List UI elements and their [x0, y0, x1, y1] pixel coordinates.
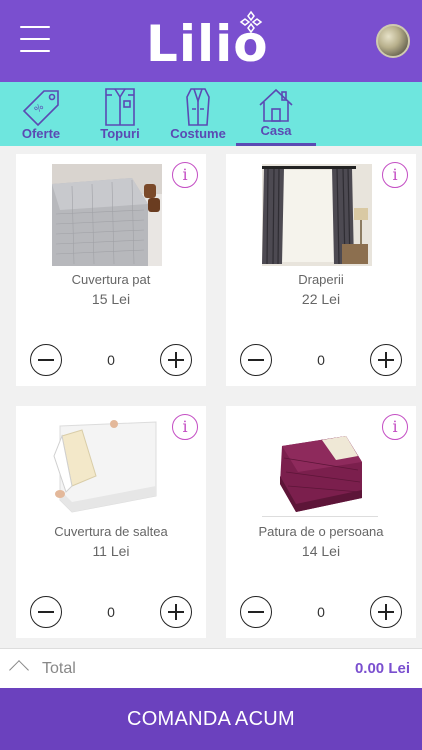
shirt-icon — [105, 88, 135, 126]
divider — [262, 516, 378, 517]
curtains-image — [262, 164, 372, 266]
quantity-stepper: 0 — [226, 344, 416, 378]
hamburger-menu-icon[interactable] — [20, 26, 52, 52]
product-price: 14 Lei — [301, 543, 341, 559]
total-label: Total — [42, 660, 76, 677]
product-card[interactable]: i Cuvertura pat 15 Lei 0 — [16, 154, 206, 386]
category-tabs: % Oferte Topuri Costume Casa — [0, 82, 422, 146]
quantity-stepper: 0 — [226, 596, 416, 630]
tab-label: Oferte — [21, 126, 61, 141]
info-icon[interactable]: i — [382, 414, 408, 440]
tab-costume[interactable]: Costume — [168, 82, 228, 146]
tab-label: Costume — [170, 126, 226, 141]
house-icon — [259, 88, 293, 122]
info-icon[interactable]: i — [172, 414, 198, 440]
quantity-stepper: 0 — [16, 344, 206, 378]
svg-text:%: % — [33, 102, 46, 115]
increase-quantity-button[interactable] — [160, 596, 192, 628]
app-header: Lilio — [0, 0, 422, 82]
info-icon[interactable]: i — [172, 162, 198, 188]
product-card[interactable]: i Draperii 22 Lei 0 — [226, 154, 416, 386]
mattress-cover-image — [52, 416, 162, 518]
total-value: 0.00 Lei — [354, 660, 410, 677]
tab-casa[interactable]: Casa — [236, 82, 316, 146]
tab-label: Casa — [260, 123, 292, 138]
blanket-image — [262, 416, 372, 518]
bedspread-image — [52, 164, 162, 266]
product-price: 11 Lei — [92, 543, 130, 559]
product-price: 22 Lei — [301, 291, 341, 307]
tab-topuri[interactable]: Topuri — [94, 82, 146, 146]
quantity-stepper: 0 — [16, 596, 206, 630]
product-price: 15 Lei — [91, 291, 131, 307]
price-tag-icon: % — [22, 90, 59, 127]
tab-label: Topuri — [100, 126, 140, 141]
user-avatar[interactable] — [376, 24, 410, 58]
product-name: Cuvertura de saltea — [54, 524, 168, 539]
increase-quantity-button[interactable] — [370, 596, 402, 628]
product-name: Patura de o persoana — [258, 524, 384, 539]
product-card[interactable]: i Cuvertura de saltea 11 Lei 0 — [16, 406, 206, 638]
tab-oferte[interactable]: % Oferte — [12, 82, 70, 146]
total-bar: Total 0.00 Lei — [0, 648, 422, 688]
product-card[interactable]: i Patura de o persoana 14 Lei 0 — [226, 406, 416, 638]
suit-icon — [186, 88, 210, 126]
flower-icon — [239, 10, 263, 34]
order-now-button[interactable]: COMANDA ACUM — [0, 688, 422, 750]
info-icon[interactable]: i — [382, 162, 408, 188]
chevron-up-icon[interactable] — [9, 660, 29, 680]
product-name: Cuvertura pat — [71, 272, 151, 287]
increase-quantity-button[interactable] — [160, 344, 192, 376]
product-name: Draperii — [298, 272, 344, 287]
increase-quantity-button[interactable] — [370, 344, 402, 376]
